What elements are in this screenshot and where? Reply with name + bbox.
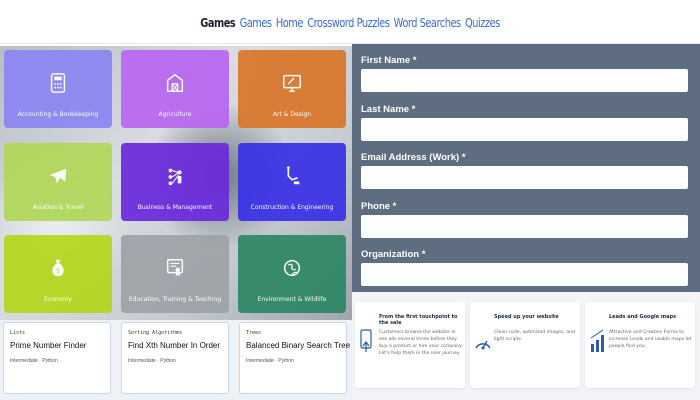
nav-link-games[interactable]: Games	[240, 16, 272, 30]
nav-link-quizzes[interactable]: Quizzes	[465, 16, 500, 30]
feature-card-leads-maps: Leads and Google maps Attractive and Cre…	[585, 302, 695, 388]
tile-label: Business & Management	[137, 204, 213, 211]
card-category: Lists	[10, 330, 26, 336]
speed-icon	[475, 340, 491, 350]
top-navigation: Games Games Home Crossword Puzzles Word …	[63, 16, 637, 30]
nav-link-home[interactable]: Home	[276, 16, 304, 30]
tile-label: Economy	[44, 296, 72, 303]
card-meta: Intermediate · Python	[128, 358, 176, 364]
people-network-icon	[168, 168, 182, 186]
organization-field[interactable]	[361, 263, 688, 286]
feature-card-speed: Speed up your website Clean code, optimi…	[470, 302, 580, 388]
touchpoint-icon	[360, 329, 372, 352]
organization-label: Organization *	[361, 249, 426, 260]
nav-link-crossword-puzzles[interactable]: Crossword Puzzles	[307, 16, 390, 30]
contact-form: First Name * Last Name * Email Address (…	[352, 44, 700, 292]
tile-environment-wildlife[interactable]: Environment & Wildlife	[238, 235, 346, 313]
tile-label: Construction & Engineering	[250, 204, 334, 211]
first-name-label: First Name *	[361, 55, 417, 66]
tile-art-design[interactable]: Art & Design	[238, 50, 346, 128]
calculator-icon	[50, 73, 66, 93]
chart-icon	[590, 329, 604, 352]
category-grid-panel: Accounting & Bookkeeping Agriculture Art…	[0, 46, 352, 322]
feature-description: Attractive and Creative Forms to increas…	[609, 330, 692, 349]
card-title: Find Xth Number In Order	[128, 341, 221, 350]
feature-title: From the first touchpoint to the sale	[379, 314, 458, 326]
feature-description: Clean code, optimized images, and light …	[494, 330, 575, 342]
certificate-icon	[166, 259, 184, 277]
card-title: Balanced Binary Search Tree	[246, 341, 351, 350]
money-bag-icon: $	[52, 259, 64, 277]
nav-link-word-searches[interactable]: Word Searches	[394, 16, 462, 30]
exercise-card-find-xth-number[interactable]: Sorting Algorithms Find Xth Number In Or…	[121, 322, 229, 394]
email-field[interactable]	[361, 166, 688, 189]
crane-icon	[286, 166, 300, 185]
tile-label: Education, Training & Teaching	[128, 296, 222, 303]
nav-brand[interactable]: Games	[200, 16, 236, 30]
phone-field[interactable]	[361, 215, 688, 238]
phone-label: Phone *	[361, 201, 397, 212]
tile-agriculture[interactable]: Agriculture	[121, 50, 229, 128]
tile-label: Art & Design	[272, 111, 312, 118]
tile-label: Environment & Wildlife	[257, 296, 327, 303]
exercise-card-prime-number-finder[interactable]: Lists Prime Number Finder Intermediate ·…	[3, 322, 111, 394]
svg-text:$: $	[56, 267, 60, 275]
email-label: Email Address (Work) *	[361, 152, 466, 163]
first-name-field[interactable]	[361, 69, 688, 92]
tile-business-management[interactable]: Business & Management	[121, 143, 229, 221]
last-name-field[interactable]	[361, 118, 688, 141]
top-bar: Games Games Home Crossword Puzzles Word …	[0, 0, 700, 44]
last-name-label: Last Name *	[361, 104, 416, 115]
exercise-card-balanced-bst[interactable]: Trees Balanced Binary Search Tree Interm…	[239, 322, 351, 394]
tile-label: Agriculture	[158, 111, 192, 118]
card-category: Trees	[246, 330, 262, 336]
tile-label: Aviation & Travel	[32, 204, 84, 211]
tile-economy[interactable]: $ Economy	[4, 235, 112, 313]
card-meta: Intermediate · Python	[10, 358, 58, 364]
feature-description: Customers browse the website or see ads …	[379, 330, 463, 356]
feature-card-touchpoint: From the first touchpoint to the sale Cu…	[355, 302, 465, 388]
feature-title: Leads and Google maps	[609, 314, 677, 320]
airplane-icon	[49, 168, 67, 184]
tile-construction-engineering[interactable]: Construction & Engineering	[238, 143, 346, 221]
card-category: Sorting Algorithms	[128, 330, 183, 336]
tile-label: Accounting & Bookkeeping	[17, 111, 99, 118]
barn-icon	[166, 73, 184, 92]
exercise-cards-row: Lists Prime Number Finder Intermediate ·…	[0, 320, 352, 400]
card-meta: Intermediate · Python	[246, 358, 294, 364]
globe-leaf-icon	[283, 259, 301, 277]
features-row: From the first touchpoint to the sale Cu…	[352, 292, 700, 400]
tile-accounting-bookkeeping[interactable]: Accounting & Bookkeeping	[4, 50, 112, 128]
feature-title: Speed up your website	[494, 314, 559, 320]
card-title: Prime Number Finder	[10, 341, 87, 350]
tile-aviation-travel[interactable]: Aviation & Travel	[4, 143, 112, 221]
monitor-icon	[283, 74, 301, 92]
tile-education-training-teaching[interactable]: Education, Training & Teaching	[121, 235, 229, 313]
